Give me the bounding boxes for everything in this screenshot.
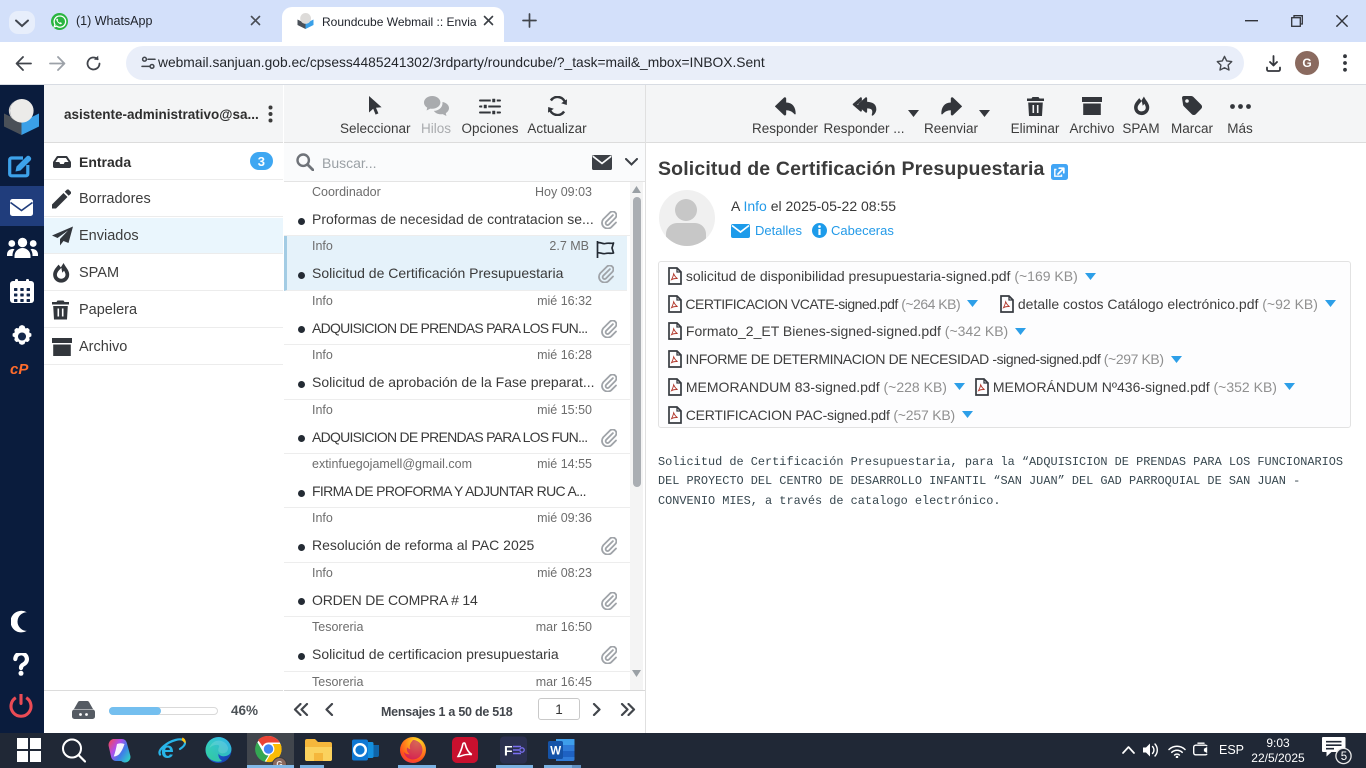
svg-text:F: F bbox=[504, 743, 513, 759]
svg-text:W: W bbox=[550, 746, 561, 758]
svg-text:5: 5 bbox=[1341, 751, 1347, 763]
